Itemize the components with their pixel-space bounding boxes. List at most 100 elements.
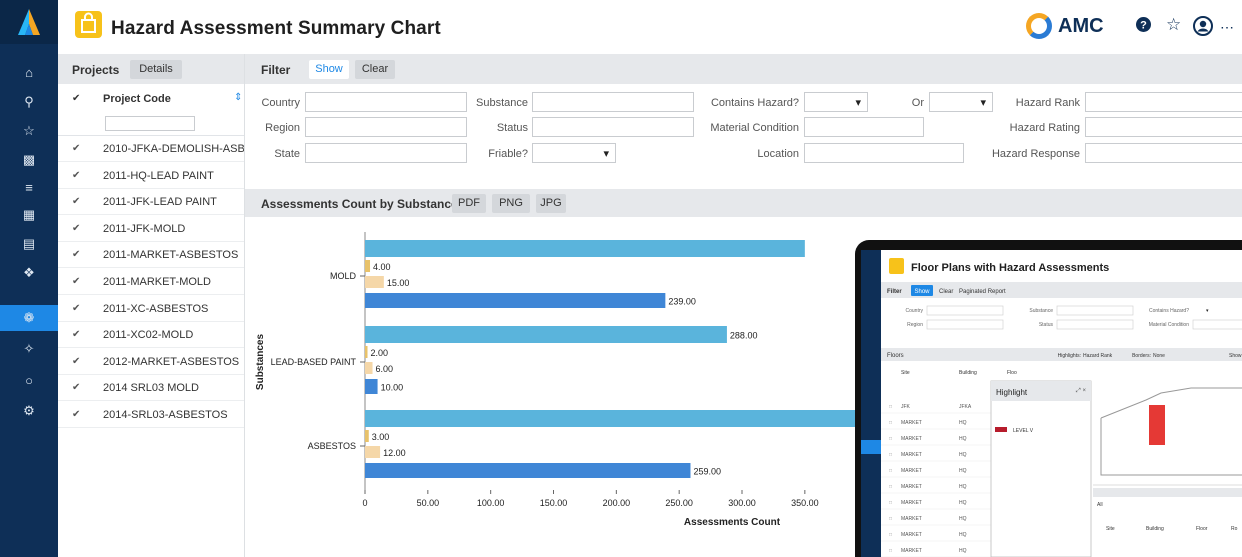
overlay-row-site: MARKET [901, 532, 922, 538]
data-label: 288.00 [730, 331, 758, 341]
y-tick-label: LEAD-BASED PAINT [271, 357, 357, 367]
overlay-row-site: MARKET [901, 548, 922, 554]
overlay-row-checkbox: □ [889, 452, 892, 458]
bar-asbestos-s1 [365, 430, 369, 442]
data-label: 3.00 [372, 432, 390, 442]
overlay-row-checkbox: □ [889, 516, 892, 522]
data-label: 259.00 [693, 467, 721, 477]
overlay-row-checkbox: □ [889, 436, 892, 442]
bar-mold-s2 [365, 276, 384, 288]
overlay-row-site: MARKET [901, 468, 922, 474]
overlay-row-building: JFKA [959, 404, 972, 410]
overlay-row-building: HQ [959, 516, 967, 522]
x-tick-label: 300.00 [728, 498, 756, 508]
overlay-row-checkbox: □ [889, 404, 892, 410]
overlay-status-input [1056, 319, 1134, 330]
overlay-row-site: MARKET [901, 516, 922, 522]
highlight-popup-close-icon: ⤢ × [1076, 387, 1086, 394]
overlay-country-input [926, 305, 1004, 316]
overlay-select-arrow: ▾ [1206, 308, 1209, 314]
overlay-filter-bar [881, 282, 1242, 298]
data-label: 4.00 [373, 262, 391, 272]
overlay-filter-label: Filter [887, 289, 902, 295]
x-tick-label: 50.00 [417, 498, 440, 508]
overlay-status: Status [1039, 322, 1054, 328]
overlay-row-building: HQ [959, 500, 967, 506]
highlight-popup [990, 380, 1092, 557]
highlight-level: LEVEL V [1013, 428, 1034, 434]
overlay-substance: Substance [1029, 308, 1053, 314]
overlay-borders-label: Borders: [1132, 353, 1151, 359]
bar-lead-based-paint-s2 [365, 362, 373, 374]
data-label: 12.00 [383, 448, 406, 458]
overlay-show-label: Show [914, 289, 930, 295]
x-axis-title: Assessments Count [684, 517, 781, 528]
overlay-highlights-value: Hazard Rank [1083, 353, 1113, 359]
overlay-material-condition: Material Condition [1149, 322, 1190, 328]
highlight-popup-title: Highlight [996, 388, 1028, 397]
overlay-sub-building: Building [1146, 526, 1164, 532]
overlay-row-building: HQ [959, 484, 967, 490]
overlay-row-site: MARKET [901, 500, 922, 506]
overlay-title: Floor Plans with Hazard Assessments [911, 262, 1109, 274]
y-axis-title: Substances [255, 333, 266, 390]
bar-lead-based-paint-s3 [365, 379, 378, 394]
overlay-row-checkbox: □ [889, 468, 892, 474]
overlay-row-building: HQ [959, 420, 967, 426]
data-label: 10.00 [381, 383, 404, 393]
overlay-nav [861, 250, 881, 557]
overlay-col-floor: Floo [1007, 370, 1017, 376]
overlay-sub-floor: Floor [1196, 526, 1208, 532]
bar-lead-based-paint-s1 [365, 346, 368, 358]
y-tick-label: MOLD [330, 271, 357, 281]
overlay-row-site: MARKET [901, 452, 922, 458]
data-label: 239.00 [668, 297, 696, 307]
x-tick-label: 250.00 [665, 498, 693, 508]
floor-plan-screen: Floor Plans with Hazard Assessments Filte… [861, 250, 1242, 557]
x-tick-label: 0 [362, 498, 367, 508]
floor-plan-device: Floor Plans with Hazard Assessments Filte… [855, 240, 1242, 557]
bar-lead-based-paint-s0 [365, 326, 727, 343]
overlay-col-site: Site [901, 370, 910, 376]
x-tick-label: 150.00 [540, 498, 568, 508]
overlay-show-trunc: Show [1229, 353, 1242, 359]
overlay-row-checkbox: □ [889, 484, 892, 490]
overlay-region-input [926, 319, 1004, 330]
overlay-highlights-label: Highlights: [1058, 353, 1081, 359]
overlay-contains-hazard: Contains Hazard? [1149, 308, 1189, 314]
bar-asbestos-s3 [365, 463, 691, 478]
overlay-row-checkbox: □ [889, 500, 892, 506]
overlay-row-checkbox: □ [889, 532, 892, 538]
data-label: 15.00 [387, 278, 410, 288]
bar-mold-s3 [365, 293, 666, 308]
overlay-region: Region [907, 322, 923, 328]
overlay-sub-room: Ro [1231, 526, 1238, 532]
overlay-row-building: HQ [959, 452, 967, 458]
overlay-row-building: HQ [959, 532, 967, 538]
overlay-row-site: MARKET [901, 484, 922, 490]
overlay-clear-label: Clear [939, 289, 953, 295]
overlay-row-site: MARKET [901, 420, 922, 426]
overlay-row-checkbox: □ [889, 548, 892, 554]
bar-mold-s0 [365, 240, 805, 257]
overlay-row-building: HQ [959, 548, 967, 554]
y-tick-label: ASBESTOS [308, 441, 356, 451]
x-tick-label: 350.00 [791, 498, 819, 508]
overlay-app-icon [889, 258, 904, 274]
overlay-paginated-label: Paginated Report [959, 289, 1006, 295]
floor-plan-area [1093, 370, 1242, 485]
overlay-row-site: MARKET [901, 436, 922, 442]
overlay-sub-bar [1093, 488, 1242, 497]
overlay-row-checkbox: □ [889, 420, 892, 426]
overlay-substance-input [1056, 305, 1134, 316]
overlay-country: Country [905, 308, 923, 314]
bar-mold-s1 [365, 260, 371, 272]
overlay-sub-all: All [1097, 502, 1103, 508]
x-tick-label: 200.00 [603, 498, 631, 508]
hazard-room [1149, 405, 1165, 445]
overlay-sub-site: Site [1106, 526, 1115, 532]
overlay-floors-label: Floors [887, 353, 904, 359]
overlay-nav-active [861, 440, 881, 454]
data-label: 2.00 [371, 348, 389, 358]
x-tick-label: 100.00 [477, 498, 505, 508]
